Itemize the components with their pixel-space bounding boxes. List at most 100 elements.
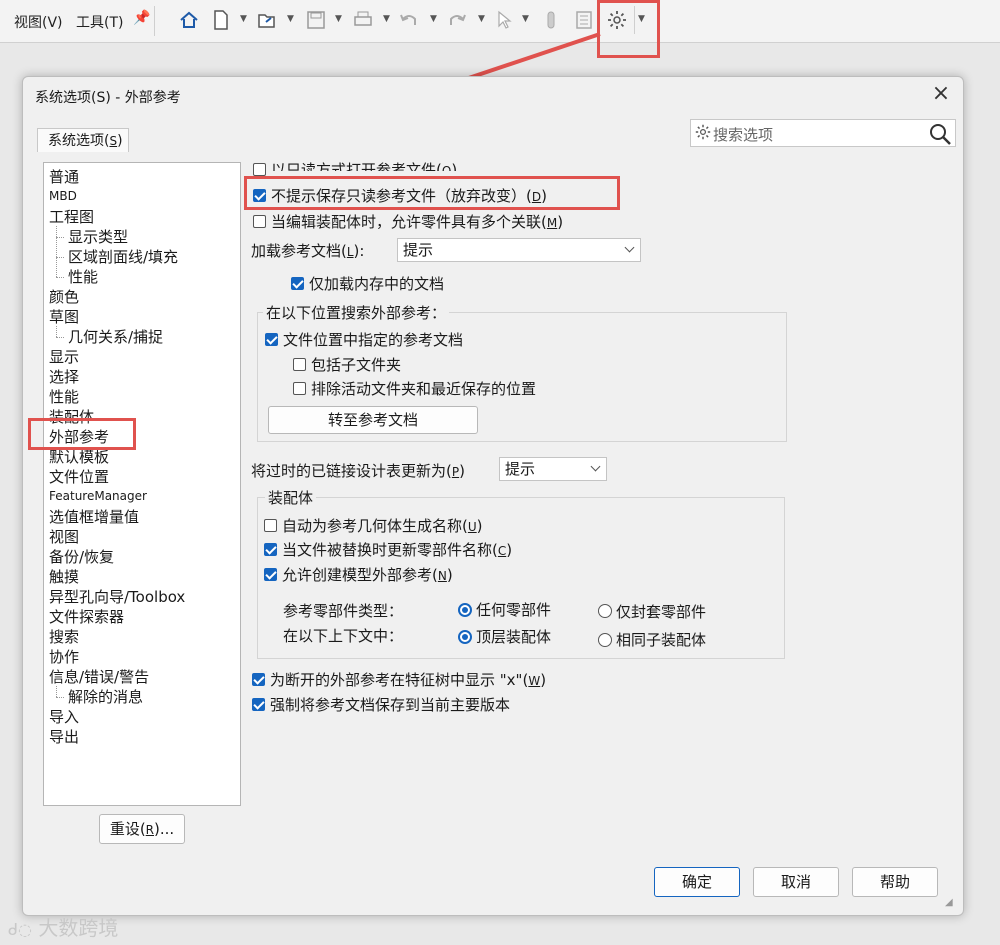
tree-item[interactable]: FeatureManager [49,489,147,503]
chevron-down-icon [624,242,635,253]
tree-item[interactable]: 文件位置 [49,466,109,487]
include-subfolders-checkbox[interactable] [293,358,306,371]
tree-connector [56,326,57,337]
context-label: 在以下上下文中： [283,627,404,645]
tree-connector [56,337,64,338]
tree-item[interactable]: 性能 [68,266,98,287]
cancel-button[interactable]: 取消 [753,867,839,897]
system-options-dialog: 系统选项(S) - 外部参考 × 系统选项(S) 搜索选项 普通 MBD 工程图 显示… [22,76,964,916]
no-prompt-save-checkbox[interactable] [253,189,266,202]
context-same-radio[interactable] [598,633,612,647]
goto-ref-button[interactable]: 转至参考文档 [268,406,478,434]
watermark-text: 大数跨境 [38,916,119,940]
file-locations-checkbox[interactable] [265,333,278,346]
tree-item[interactable]: 几何关系/捕捉 [68,326,163,347]
tree-connector [56,697,64,698]
context-top-radio[interactable] [458,630,472,644]
tree-item[interactable]: 显示类型 [68,226,128,247]
dialog-title: 系统选项(S) - 外部参考 [35,90,181,106]
tree-item[interactable]: 导出 [49,726,79,747]
load-memory-label: 仅加载内存中的文档 [309,275,445,293]
exclude-active-checkbox[interactable] [293,382,306,395]
update-design-table-select[interactable]: 提示 [499,457,607,481]
tab-label-end: ) [117,133,123,149]
tree-item[interactable]: 导入 [49,706,79,727]
reset-button[interactable]: 重设(R)... [99,814,185,844]
tab-system-options[interactable]: 系统选项(S) [37,128,129,152]
tree-item[interactable]: 颜色 [49,286,79,307]
ref-envelope-label: 仅封套零部件 [616,603,707,621]
search-placeholder: 搜索选项 [713,126,774,144]
show-x-broken-label: 为断开的外部参考在特征树中显示 "x"(W) [270,671,547,689]
help-button[interactable]: 帮助 [852,867,938,897]
ref-envelope-radio[interactable] [598,604,612,618]
tree-item[interactable]: 搜索 [49,626,79,647]
file-locations-label: 文件位置中指定的参考文档 [283,331,464,349]
ref-any-label: 任何零部件 [476,601,552,619]
allow-external-refs-label: 允许创建模型外部参考(N) [282,566,453,584]
tree-connector [56,237,64,238]
tree-item[interactable]: 视图 [49,526,79,547]
tree-item[interactable]: 显示 [49,346,79,367]
auto-name-geometry-label: 自动为参考几何体生成名称(U) [282,517,483,535]
assembly-group-title: 装配体 [265,487,317,508]
tree-item[interactable]: MBD [49,189,77,203]
ref-any-radio[interactable] [458,603,472,617]
tree-item[interactable]: 选择 [49,366,79,387]
context-same-label: 相同子装配体 [616,631,707,649]
close-icon[interactable]: × [929,83,953,107]
tree-highlight-box [28,418,136,450]
load-memory-checkbox[interactable] [291,277,304,290]
multi-context-checkbox[interactable] [253,215,266,228]
open-readonly-label: 以只读方式打开参考文件(O) [271,161,458,171]
exclude-active-label: 排除活动文件夹和最近保存的位置 [311,380,537,398]
tree-item[interactable]: 选值框增量值 [49,506,139,527]
reset-label: 重设( [109,820,146,838]
tab-accel-key: S [109,134,118,148]
update-component-names-checkbox[interactable] [264,543,277,556]
tree-item[interactable]: 草图 [49,306,79,327]
open-readonly-checkbox[interactable] [253,163,266,176]
update-design-table-label: 将过时的已链接设计表更新为(P) [251,462,465,480]
tree-item[interactable]: 协作 [49,646,79,667]
force-save-version-label: 强制将参考文档保存到当前主要版本 [270,696,511,714]
tree-connector [56,277,64,278]
load-ref-select[interactable]: 提示 [397,238,641,262]
options-tree[interactable]: 普通 MBD 工程图 显示类型 区域剖面线/填充 性能 颜色 草图 几何关系/捕捉 显示 选择 性能装… [43,162,241,806]
tree-item[interactable]: 解除的消息 [68,686,143,707]
context-top-label: 顶层装配体 [476,628,552,646]
search-box[interactable]: 搜索选项 [690,119,956,147]
include-subfolders-label: 包括子文件夹 [311,356,402,374]
tree-connector [56,226,57,277]
watermark-logo-icon: ᑯ◌ [8,920,33,939]
search-icon[interactable] [928,122,952,150]
search-group-title: 在以下位置搜索外部参考： [263,302,450,323]
reset-accel-key: R [145,823,155,837]
tree-item[interactable]: 文件探索器 [49,606,124,627]
tree-connector [56,686,57,697]
tree-item[interactable]: 工程图 [49,206,94,227]
force-save-version-checkbox[interactable] [252,698,265,711]
tab-label: 系统选项( [48,133,110,149]
resize-grip-icon[interactable]: ◢ [945,897,953,908]
allow-external-refs-checkbox[interactable] [264,568,277,581]
tree-item[interactable]: 信息/错误/警告 [49,666,149,687]
tree-item[interactable]: 性能 [49,386,79,407]
tree-item[interactable]: 普通 [49,166,79,187]
options-content: 以只读方式打开参考文件(O) 不提示保存只读参考文件（放弃改变）(D) 当编辑装… [241,152,961,852]
tree-item[interactable]: 异型孔向导/Toolbox [49,586,185,607]
tree-connector [56,257,64,258]
no-prompt-save-label: 不提示保存只读参考文件（放弃改变）(D) [271,187,547,205]
ok-button[interactable]: 确定 [654,867,740,897]
load-ref-label: 加载参考文档(L): [251,242,365,260]
auto-name-geometry-checkbox[interactable] [264,519,277,532]
update-component-names-label: 当文件被替换时更新零部件名称(C) [282,541,513,559]
reset-label-end: )... [154,820,175,838]
tree-item[interactable]: 区域剖面线/填充 [68,246,178,267]
load-ref-value: 提示 [403,241,434,259]
update-design-table-value: 提示 [505,460,536,478]
tree-item[interactable]: 备份/恢复 [49,546,114,567]
chevron-down-icon [590,461,601,472]
show-x-broken-checkbox[interactable] [252,673,265,686]
tree-item[interactable]: 触摸 [49,566,79,587]
